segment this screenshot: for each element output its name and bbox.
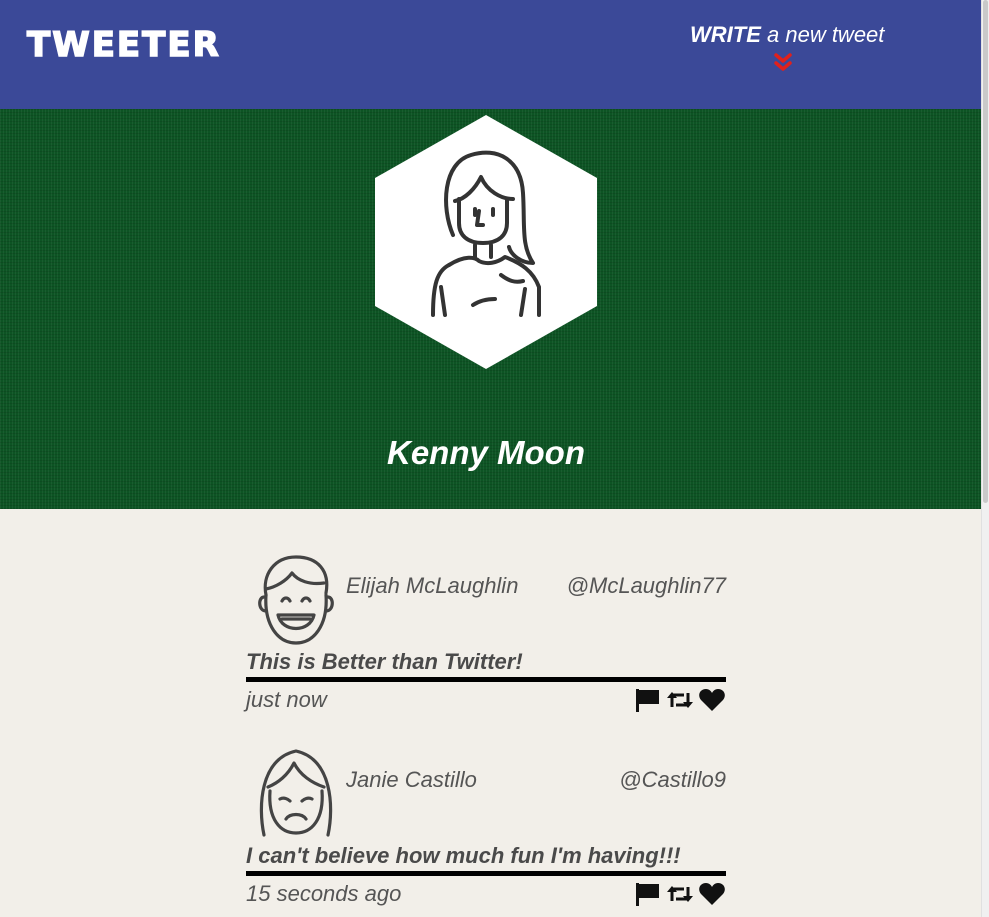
tweet-card: Elijah McLaughlin @McLaughlin77 This is … — [246, 553, 726, 723]
heart-icon[interactable] — [698, 881, 726, 907]
tweet-actions — [634, 881, 726, 907]
retweet-icon[interactable] — [666, 881, 694, 907]
tweet-handle[interactable]: @McLaughlin77 — [567, 571, 726, 601]
tweet-timestamp: just now — [246, 687, 327, 712]
compose-label: WRITE a new tweet — [690, 18, 884, 52]
compose-label-strong: WRITE — [690, 22, 761, 47]
profile-name: Kenny Moon — [387, 434, 585, 471]
laughing-boy-avatar-icon — [258, 555, 334, 645]
tweet-card: Janie Castillo @Castillo9 I can't believ… — [246, 747, 726, 917]
tweet-divider — [246, 871, 726, 876]
page-scrollbar[interactable] — [981, 0, 989, 917]
compose-tweet-toggle[interactable]: WRITE a new tweet — [690, 18, 884, 78]
double-chevron-down-icon[interactable] — [772, 52, 794, 72]
user-avatar-icon — [375, 115, 597, 369]
tweet-content: This is Better than Twitter! — [246, 649, 523, 674]
tweet-handle[interactable]: @Castillo9 — [619, 765, 726, 795]
tweet-author[interactable]: Janie Castillo — [346, 765, 477, 795]
tweet-divider — [246, 677, 726, 682]
retweet-icon[interactable] — [666, 687, 694, 713]
flag-icon[interactable] — [634, 881, 662, 907]
tweet-content: I can't believe how much fun I'm having!… — [246, 843, 681, 868]
top-nav: TWEETER WRITE a new tweet — [0, 0, 982, 109]
compose-label-rest: a new tweet — [760, 22, 885, 47]
profile-header: Kenny Moon — [0, 109, 982, 509]
tweet-actions — [634, 687, 726, 713]
scrollbar-thumb[interactable] — [983, 0, 988, 503]
flag-icon[interactable] — [634, 687, 662, 713]
brand-logo[interactable]: TWEETER — [26, 24, 221, 66]
heart-icon[interactable] — [698, 687, 726, 713]
tweet-timestamp: 15 seconds ago — [246, 881, 402, 906]
tweet-author[interactable]: Elijah McLaughlin — [346, 571, 518, 601]
sad-girl-avatar-icon — [259, 749, 333, 837]
